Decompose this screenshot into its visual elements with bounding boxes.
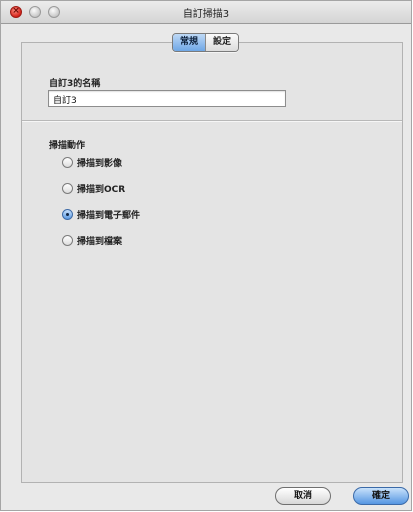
radio-scan-to-file[interactable]: 掃描到檔案 [62,234,123,247]
section-divider [22,120,402,122]
tab-bar: 常規 設定 [172,33,240,52]
radio-scan-to-email[interactable]: 掃描到電子郵件 [62,208,141,221]
window-title: 自訂掃描3 [182,9,230,20]
title-bar[interactable]: × 自訂掃描3 [1,1,411,24]
cancel-button[interactable]: 取消 [275,487,331,505]
radio-label: 掃描到影像 [77,158,123,169]
dialog-window: × 自訂掃描3 常規 設定 自訂3的名稱 自訂3 掃描動作 掃描到影像 掃描到O… [0,0,412,511]
ok-button[interactable]: 確定 [353,487,409,505]
radio-label: 掃描到電子郵件 [77,210,141,221]
name-input[interactable]: 自訂3 [48,90,286,107]
radio-scan-to-image[interactable]: 掃描到影像 [62,156,123,169]
content-panel [21,42,403,483]
radio-label: 掃描到檔案 [77,236,123,247]
tab-general[interactable]: 常規 [173,34,206,51]
tab-settings[interactable]: 設定 [205,34,239,51]
radio-button[interactable] [62,182,73,194]
radio-scan-to-ocr[interactable]: 掃描到OCR [62,182,126,195]
radio-button-selected[interactable] [62,208,73,220]
radio-button[interactable] [62,234,73,246]
radio-button[interactable] [62,156,73,168]
scan-action-label: 掃描動作 [49,141,86,151]
name-label: 自訂3的名稱 [49,79,101,89]
radio-label: 掃描到OCR [77,184,126,195]
